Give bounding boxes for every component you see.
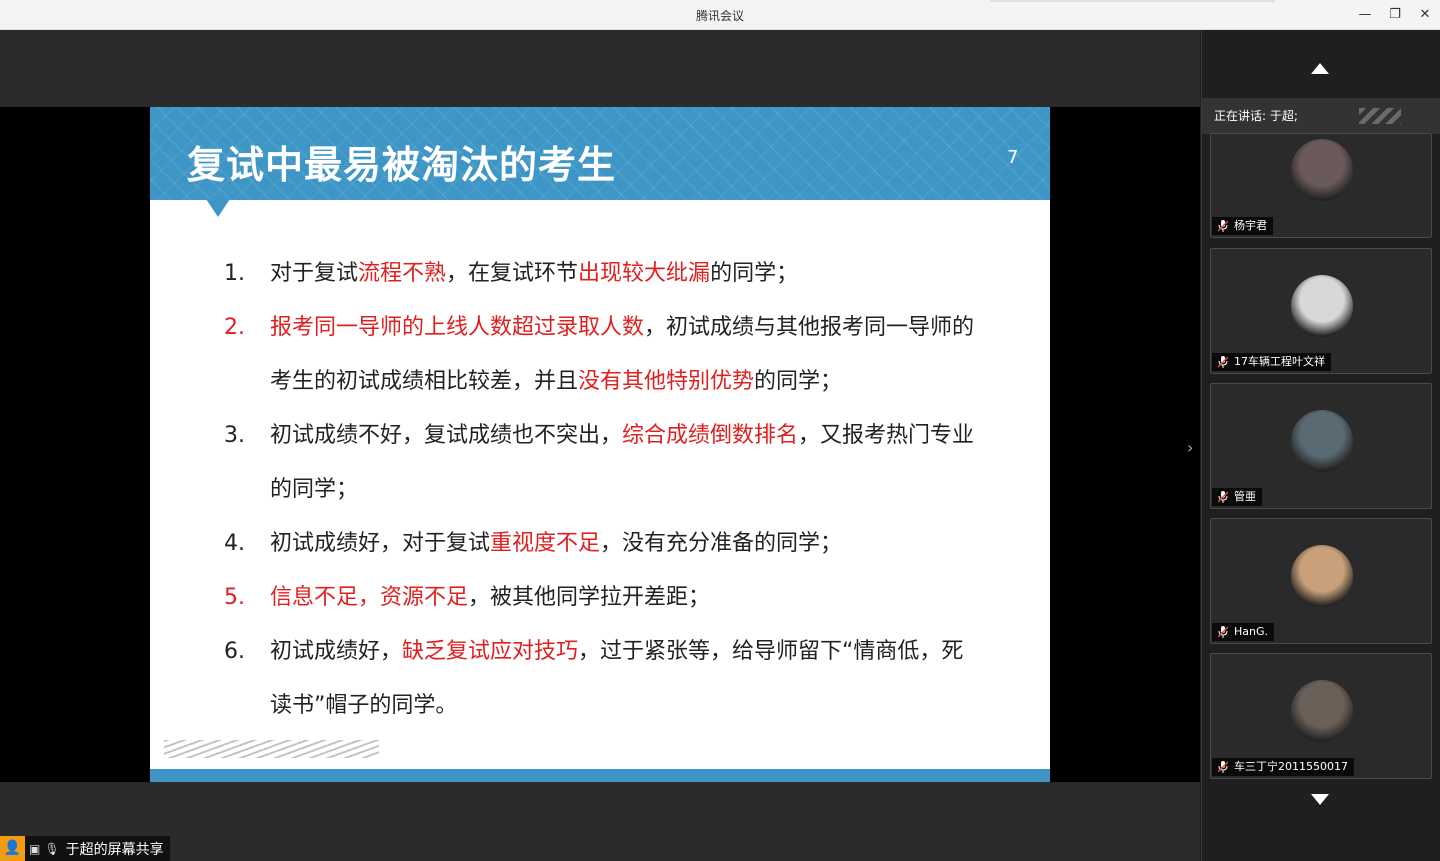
participant-tile[interactable]: 17车辆工程叶文祥: [1210, 248, 1432, 374]
participant-name: 17车辆工程叶文祥: [1234, 355, 1325, 368]
participant-tile[interactable]: 管亜: [1210, 383, 1432, 509]
shared-screen-area: 复试中最易被淘汰的考生 7 1. 对于复试流程不熟，在复试环节出现较大纰漏的同学；…: [0, 30, 1200, 861]
participant-nameplate: 管亜: [1212, 488, 1262, 506]
avatar: [1291, 410, 1353, 472]
item-number: 2.: [224, 315, 245, 340]
scroll-up-icon[interactable]: [1311, 63, 1329, 74]
item-text: 的同学；: [710, 261, 799, 286]
slide-list-item: 5. 信息不足，资源不足，被其他同学拉开差距；: [222, 571, 982, 625]
item-text: ，被其他同学拉开差距；: [468, 585, 711, 610]
slide-list-item: 6. 初试成绩好，缺乏复试应对技巧，过于紧张等，给导师留下“情商低，死读书”帽子的…: [222, 625, 982, 733]
participant-tile[interactable]: 杨宇君: [1210, 133, 1432, 238]
item-text: 初试成绩不好，复试成绩也不突出，: [270, 423, 623, 448]
presentation-slide: 复试中最易被淘汰的考生 7 1. 对于复试流程不熟，在复试环节出现较大纰漏的同学；…: [150, 107, 1050, 782]
notification-strip: [990, 0, 1275, 2]
user-icon: 👤: [0, 836, 25, 861]
item-text: ，没有充分准备的同学；: [600, 531, 843, 556]
close-icon[interactable]: ✕: [1414, 5, 1436, 25]
item-text: 的同学；: [754, 369, 843, 394]
slide-item-list: 1. 对于复试流程不熟，在复试环节出现较大纰漏的同学； 2. 报考同一导师的上线人数超…: [222, 247, 982, 733]
item-number: 6.: [224, 639, 245, 664]
participant-name: HanG.: [1234, 625, 1269, 638]
restore-icon[interactable]: ❐: [1384, 5, 1406, 25]
highlight-text: 缺乏复试应对技巧: [402, 639, 579, 664]
participant-name: 车三丁宁2011550017: [1234, 760, 1348, 773]
mic-muted-icon: [1218, 356, 1228, 368]
avatar: [1291, 139, 1353, 201]
highlight-text: 流程不熟: [358, 261, 447, 286]
mic-icon: 🎙: [44, 841, 60, 856]
highlight-text: 综合成绩倒数排名: [622, 423, 799, 448]
slide-list-item: 4. 初试成绩好，对于复试重视度不足，没有充分准备的同学；: [222, 517, 982, 571]
highlight-text: 信息不足，资源不足: [270, 585, 469, 610]
mic-muted-icon: [1218, 220, 1228, 232]
participant-name: 杨宇君: [1234, 219, 1267, 232]
item-number: 4.: [224, 531, 245, 556]
screen-share-badge[interactable]: 👤 ▣ 🎙 于超的屏幕共享: [0, 836, 170, 861]
slide-page-number: 7: [1007, 147, 1019, 168]
participant-nameplate: HanG.: [1212, 623, 1275, 641]
audio-level-icon: [1359, 108, 1401, 124]
highlight-text: 出现较大纰漏: [578, 261, 711, 286]
item-text: 对于复试: [270, 261, 359, 286]
speaking-indicator: 正在讲话: 于超;: [1202, 98, 1440, 134]
slide-list-item: 1. 对于复试流程不熟，在复试环节出现较大纰漏的同学；: [222, 247, 982, 301]
scroll-down-icon[interactable]: [1311, 794, 1329, 805]
decorative-scribble: [164, 740, 379, 758]
screen-icon: ▣: [29, 841, 41, 856]
participant-nameplate: 车三丁宁2011550017: [1212, 758, 1354, 776]
item-text: 初试成绩好，: [270, 639, 403, 664]
mic-muted-icon: [1218, 626, 1228, 638]
speaking-label: 正在讲话: 于超;: [1214, 109, 1298, 123]
avatar: [1291, 680, 1353, 742]
participant-name: 管亜: [1234, 490, 1256, 503]
item-number: 3.: [224, 423, 245, 448]
participant-panel: 正在讲话: 于超; 杨宇君 17车辆工程叶文祥 管亜 HanG. 车三丁宁2011550…: [1201, 30, 1440, 861]
avatar: [1291, 545, 1353, 607]
highlight-text: 没有其他特别优势: [578, 369, 755, 394]
item-text: ，在复试环节: [446, 261, 579, 286]
participant-nameplate: 17车辆工程叶文祥: [1212, 353, 1331, 371]
participant-nameplate: 杨宇君: [1212, 217, 1273, 235]
participant-tile[interactable]: 车三丁宁2011550017: [1210, 653, 1432, 779]
participant-tile[interactable]: HanG.: [1210, 518, 1432, 644]
screen-share-label: 于超的屏幕共享: [65, 841, 164, 858]
mic-muted-icon: [1218, 491, 1228, 503]
highlight-text: 报考同一导师的上线人数超过录取人数: [270, 315, 645, 340]
mic-muted-icon: [1218, 761, 1228, 773]
slide-list-item: 2. 报考同一导师的上线人数超过录取人数，初试成绩与其他报考同一导师的考生的初试成…: [222, 301, 982, 409]
minimize-icon[interactable]: —: [1354, 5, 1376, 25]
collapse-panel-icon[interactable]: ›: [1187, 438, 1193, 457]
banner-pointer: [206, 199, 230, 217]
avatar: [1291, 275, 1353, 337]
item-text: 初试成绩好，对于复试: [270, 531, 491, 556]
highlight-text: 重视度不足: [490, 531, 601, 556]
slide-title: 复试中最易被淘汰的考生: [187, 143, 617, 187]
title-bar: 腾讯会议 — ❐ ✕: [0, 0, 1440, 30]
item-number: 5.: [224, 585, 245, 610]
slide-list-item: 3. 初试成绩不好，复试成绩也不突出，综合成绩倒数排名，又报考热门专业的同学；: [222, 409, 982, 517]
slide-footer-bar: [150, 769, 1050, 782]
item-number: 1.: [224, 261, 245, 286]
window-title: 腾讯会议: [695, 9, 744, 23]
